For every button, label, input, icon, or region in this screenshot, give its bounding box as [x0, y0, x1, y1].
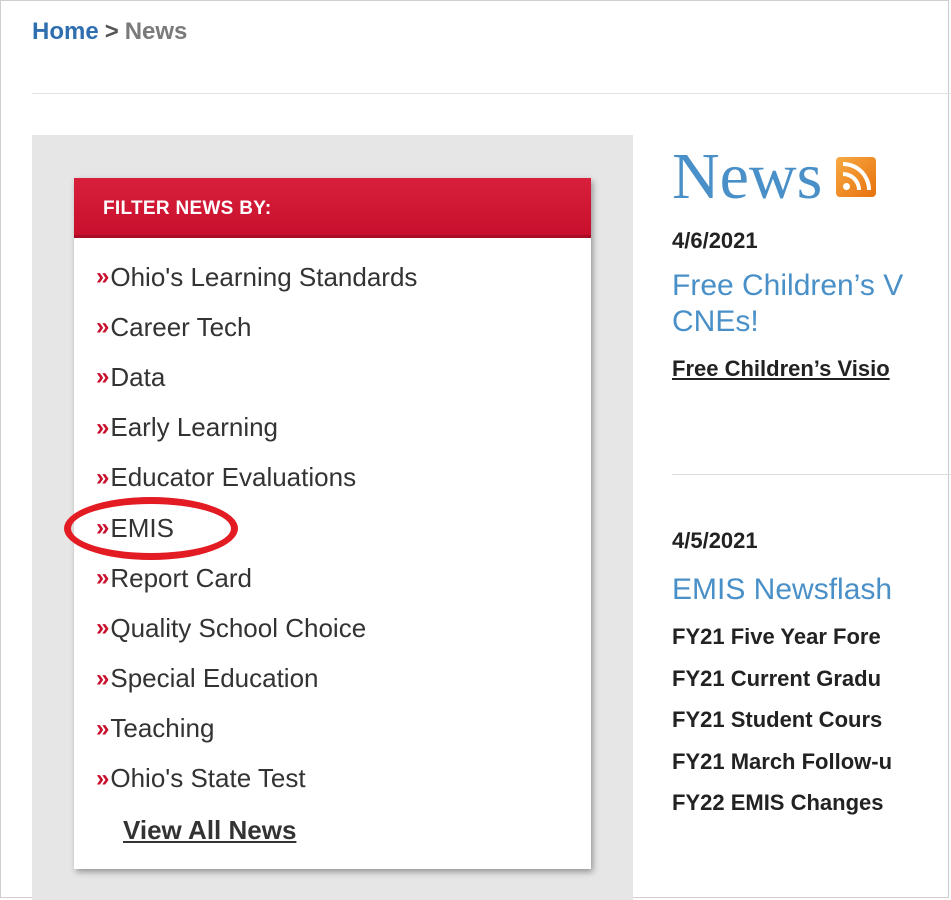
filter-item-ohios-learning-standards[interactable]: » Ohio's Learning Standards	[96, 252, 417, 302]
filter-item-quality-school-choice[interactable]: » Quality School Choice	[96, 603, 417, 653]
article-headline-line: CNEs!	[672, 305, 759, 338]
filter-item-label: Ohio's State Test	[110, 763, 306, 794]
filter-item-emis[interactable]: » EMIS	[96, 503, 417, 553]
chevron-right-icon: »	[96, 614, 109, 642]
chevron-right-icon: »	[96, 413, 109, 441]
article-date: 4/5/2021	[672, 528, 758, 553]
breadcrumb-separator: >	[104, 18, 119, 45]
filter-item-early-learning[interactable]: » Early Learning	[96, 403, 417, 453]
filter-news-panel: FILTER NEWS BY: » Ohio's Learning Standar…	[74, 178, 591, 869]
article-summary-line: FY21 March Follow-u	[672, 748, 893, 774]
filter-item-teaching[interactable]: » Teaching	[96, 704, 417, 754]
chevron-right-icon: »	[96, 764, 109, 792]
chevron-right-icon: »	[96, 463, 109, 491]
chevron-right-icon: »	[96, 363, 109, 391]
article-date: 4/6/2021	[672, 228, 758, 253]
chevron-right-icon: »	[96, 313, 109, 341]
filter-item-label: Educator Evaluations	[110, 462, 357, 493]
article-summary-line: FY21 Current Gradu	[672, 665, 882, 691]
article-headline[interactable]: Free Children’s V CNEs!	[672, 268, 951, 340]
article-divider	[672, 474, 951, 475]
chevron-right-icon: »	[96, 514, 109, 542]
filter-item-label: Career Tech	[110, 311, 252, 342]
article-summary-line: FY22 EMIS Changes	[672, 790, 884, 815]
article-summary-line: FY21 Five Year Fore	[672, 624, 881, 649]
filter-item-report-card[interactable]: » Report Card	[96, 553, 417, 603]
article-headline-line: Free Children’s V	[672, 269, 904, 302]
filter-item-label: Teaching	[110, 713, 215, 744]
chevron-right-icon: »	[96, 564, 109, 592]
filter-item-label: Report Card	[110, 562, 252, 593]
filter-list: » Ohio's Learning Standards » Career Tech …	[96, 252, 417, 804]
breadcrumb-current: News	[124, 18, 188, 45]
filter-item-label: Early Learning	[110, 412, 279, 443]
article-link[interactable]: Free Children’s Visio	[672, 356, 951, 382]
breadcrumb: Home > News	[32, 18, 187, 46]
filter-item-career-tech[interactable]: » Career Tech	[96, 302, 417, 352]
view-all-news-link[interactable]: View All News	[123, 815, 296, 846]
filter-item-label: Data	[110, 361, 166, 392]
filter-item-label: Ohio's Learning Standards	[110, 261, 418, 292]
filter-header: FILTER NEWS BY:	[74, 178, 591, 238]
filter-item-label: Special Education	[110, 663, 319, 694]
filter-item-label: Quality School Choice	[110, 612, 367, 643]
news-column: News 4/6/2021 Free Children’s V CNEs! Fr…	[672, 140, 951, 824]
chevron-right-icon: »	[96, 714, 109, 742]
filter-item-data[interactable]: » Data	[96, 352, 417, 402]
article-headline[interactable]: EMIS Newsflash	[672, 572, 951, 608]
rss-icon[interactable]	[836, 157, 877, 197]
breadcrumb-home-link[interactable]: Home	[32, 18, 99, 45]
article-summary: FY21 Five Year Fore FY21 Current Gradu F…	[672, 616, 951, 824]
filter-item-educator-evaluations[interactable]: » Educator Evaluations	[96, 453, 417, 503]
filter-item-special-education[interactable]: » Special Education	[96, 654, 417, 704]
filter-item-ohios-state-test[interactable]: » Ohio's State Test	[96, 754, 417, 804]
news-heading: News	[672, 140, 951, 214]
chevron-right-icon: »	[96, 664, 109, 692]
header-divider	[32, 93, 951, 94]
chevron-right-icon: »	[96, 263, 109, 291]
page-title: News	[672, 140, 823, 213]
filter-item-label: EMIS	[110, 512, 174, 543]
article-summary-line: FY21 Student Cours	[672, 707, 883, 732]
